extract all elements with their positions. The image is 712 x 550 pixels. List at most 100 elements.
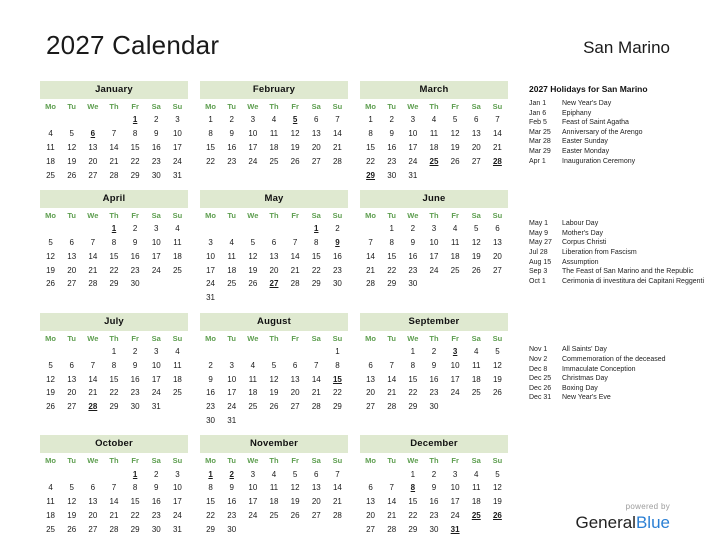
day-cell[interactable]: 23 [381, 154, 402, 168]
day-cell[interactable]: 2 [221, 113, 242, 127]
day-cell[interactable]: 29 [327, 400, 348, 414]
day-cell[interactable]: 18 [167, 249, 188, 263]
day-cell[interactable]: 4 [40, 481, 61, 495]
day-cell[interactable]: 13 [306, 481, 327, 495]
day-cell[interactable]: 4 [221, 236, 242, 250]
day-cell[interactable]: 19 [263, 386, 284, 400]
day-cell[interactable]: 17 [402, 141, 423, 155]
day-cell[interactable]: 6 [61, 358, 82, 372]
day-cell[interactable]: 8 [360, 127, 381, 141]
day-cell[interactable]: 9 [221, 127, 242, 141]
day-cell[interactable]: 5 [242, 236, 263, 250]
day-cell[interactable]: 22 [103, 386, 124, 400]
day-cell[interactable]: 23 [125, 263, 146, 277]
day-cell[interactable]: 17 [242, 495, 263, 509]
day-cell[interactable]: 30 [125, 400, 146, 414]
day-cell[interactable]: 18 [40, 509, 61, 523]
day-cell[interactable]: 8 [327, 358, 348, 372]
day-cell[interactable]: 14 [82, 249, 103, 263]
day-cell[interactable]: 27 [82, 522, 103, 536]
day-cell[interactable]: 11 [445, 236, 466, 250]
day-cell[interactable]: 4 [445, 222, 466, 236]
day-cell[interactable]: 22 [402, 386, 423, 400]
day-cell[interactable]: 16 [200, 386, 221, 400]
day-cell[interactable]: 27 [61, 277, 82, 291]
day-cell[interactable]: 21 [381, 509, 402, 523]
day-cell[interactable]: 27 [285, 400, 306, 414]
day-cell[interactable]: 3 [445, 467, 466, 481]
day-cell[interactable]: 14 [360, 249, 381, 263]
day-cell[interactable]: 15 [306, 249, 327, 263]
day-cell[interactable]: 20 [61, 263, 82, 277]
day-cell[interactable]: 16 [146, 141, 167, 155]
day-cell[interactable]: 8 [125, 127, 146, 141]
day-cell[interactable]: 23 [402, 263, 423, 277]
day-cell[interactable]: 7 [82, 358, 103, 372]
day-cell[interactable]: 18 [263, 495, 284, 509]
day-cell[interactable]: 13 [82, 495, 103, 509]
day-cell[interactable]: 7 [103, 127, 124, 141]
day-cell[interactable]: 25 [167, 386, 188, 400]
day-cell[interactable]: 23 [423, 509, 444, 523]
day-cell[interactable]: 5 [61, 127, 82, 141]
day-cell[interactable]: 11 [466, 358, 487, 372]
day-cell[interactable]: 14 [487, 127, 508, 141]
day-cell[interactable]: 17 [242, 141, 263, 155]
day-cell[interactable]: 30 [146, 522, 167, 536]
day-cell[interactable]: 28 [103, 168, 124, 182]
day-cell[interactable]: 8 [381, 236, 402, 250]
day-cell[interactable]: 22 [327, 386, 348, 400]
day-cell[interactable]: 1 [200, 113, 221, 127]
day-cell[interactable]: 28 [327, 154, 348, 168]
day-cell[interactable]: 9 [381, 127, 402, 141]
day-cell[interactable]: 17 [200, 263, 221, 277]
day-cell[interactable]: 29 [306, 277, 327, 291]
day-cell[interactable]: 7 [381, 481, 402, 495]
day-cell[interactable]: 15 [200, 495, 221, 509]
day-cell[interactable]: 12 [487, 481, 508, 495]
day-cell[interactable]: 19 [40, 386, 61, 400]
day-cell[interactable]: 4 [263, 113, 284, 127]
day-cell[interactable]: 15 [381, 249, 402, 263]
day-cell[interactable]: 20 [487, 249, 508, 263]
day-cell[interactable]: 17 [445, 495, 466, 509]
day-cell[interactable]: 26 [487, 386, 508, 400]
day-cell[interactable]: 27 [82, 168, 103, 182]
day-cell[interactable]: 21 [103, 154, 124, 168]
day-cell[interactable]: 11 [466, 481, 487, 495]
day-cell[interactable]: 21 [487, 141, 508, 155]
day-cell[interactable]: 24 [146, 386, 167, 400]
day-cell[interactable]: 20 [82, 154, 103, 168]
day-cell[interactable]: 24 [445, 509, 466, 523]
day-cell[interactable]: 19 [61, 154, 82, 168]
day-cell[interactable]: 1 [103, 345, 124, 359]
day-cell[interactable]: 9 [146, 481, 167, 495]
day-cell[interactable]: 11 [167, 358, 188, 372]
day-cell[interactable]: 22 [360, 154, 381, 168]
day-cell[interactable]: 15 [402, 495, 423, 509]
day-cell[interactable]: 28 [381, 400, 402, 414]
day-cell[interactable]: 15 [402, 372, 423, 386]
day-cell[interactable]: 14 [103, 141, 124, 155]
day-cell[interactable]: 8 [103, 358, 124, 372]
day-cell[interactable]: 7 [103, 481, 124, 495]
day-cell[interactable]: 3 [200, 236, 221, 250]
day-cell[interactable]: 22 [125, 509, 146, 523]
day-cell[interactable]: 13 [360, 495, 381, 509]
day-cell[interactable]: 7 [487, 113, 508, 127]
day-cell[interactable]: 21 [360, 263, 381, 277]
day-cell[interactable]: 8 [125, 481, 146, 495]
day-cell[interactable]: 30 [402, 277, 423, 291]
day-cell[interactable]: 2 [125, 222, 146, 236]
day-cell[interactable]: 23 [146, 154, 167, 168]
day-cell[interactable]: 30 [146, 168, 167, 182]
day-cell[interactable]: 2 [381, 113, 402, 127]
day-cell[interactable]: 12 [285, 481, 306, 495]
day-cell[interactable]: 26 [40, 277, 61, 291]
day-cell[interactable]: 27 [360, 400, 381, 414]
day-cell-holiday[interactable]: 1 [125, 467, 146, 481]
day-cell[interactable]: 11 [40, 141, 61, 155]
day-cell[interactable]: 22 [402, 509, 423, 523]
day-cell[interactable]: 24 [423, 263, 444, 277]
day-cell[interactable]: 12 [285, 127, 306, 141]
